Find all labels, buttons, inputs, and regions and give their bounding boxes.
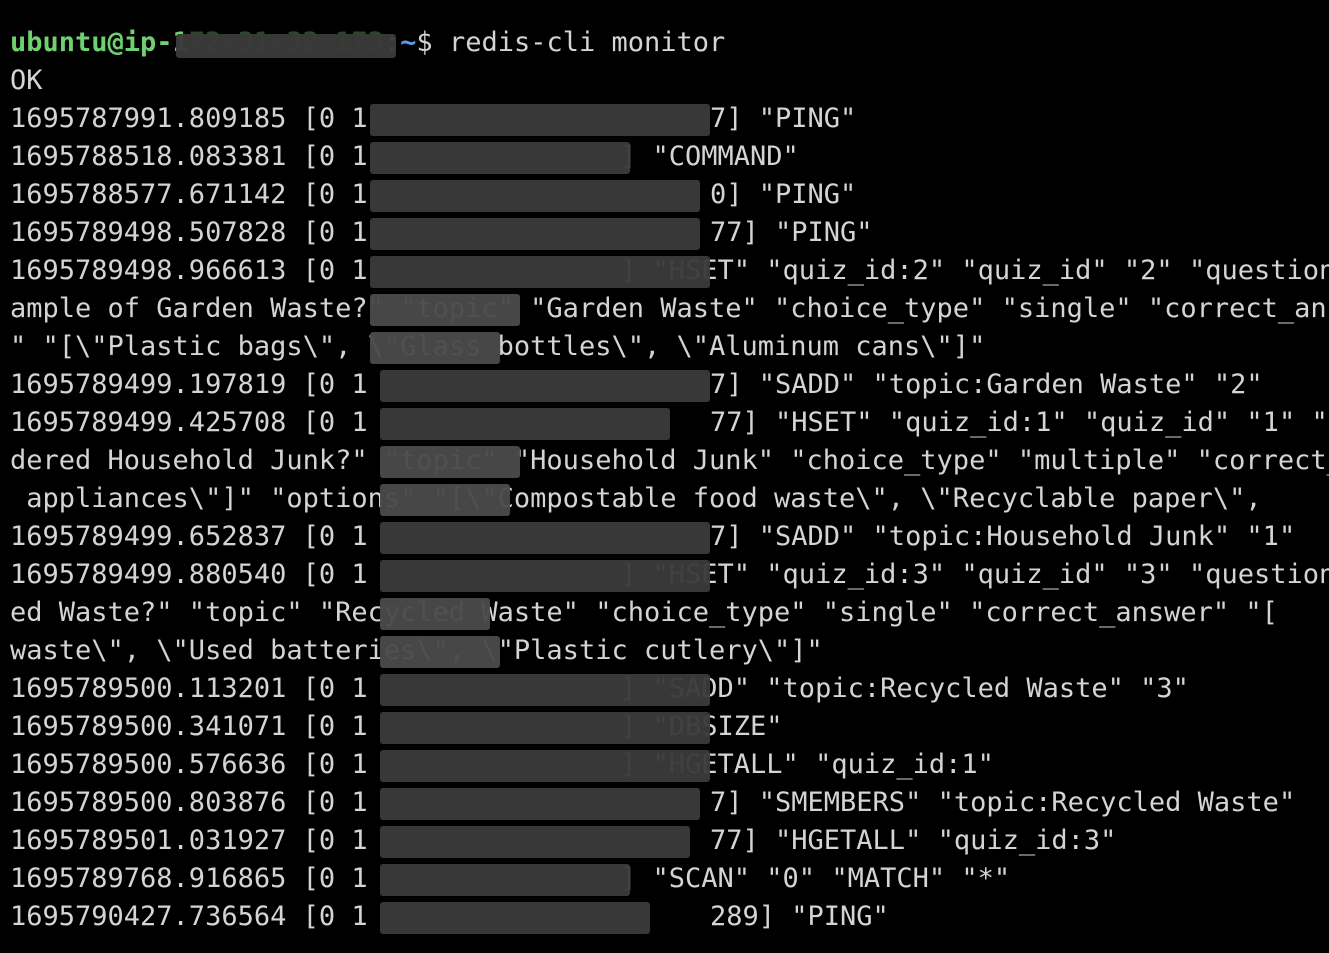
redaction-block bbox=[370, 294, 520, 326]
redaction-block bbox=[176, 34, 396, 58]
redaction-block bbox=[380, 560, 710, 592]
terminal-output-line: appliances\"]" "options" "[\"Compostable… bbox=[10, 480, 1329, 518]
output-line-text: 1695789500.113201 [0 1 bbox=[10, 673, 368, 704]
redaction-block bbox=[380, 446, 520, 478]
output-line-text: 1695789768.916865 [0 1 bbox=[10, 863, 368, 894]
output-line-text: 1695789499.197819 [0 1 bbox=[10, 369, 368, 400]
output-line-command: ] "HSET" "quiz_id:3" "quiz_id" "3" "ques… bbox=[620, 559, 1329, 590]
terminal-output-line: " "[\"Plastic bags\", \"Glass bottles\",… bbox=[10, 328, 1329, 366]
output-line-command: 289] "PING" bbox=[710, 901, 889, 932]
output-line-text: 1695789500.576636 [0 1 bbox=[10, 749, 368, 780]
redaction-block bbox=[380, 712, 710, 744]
output-line-text: 1695789498.507828 [0 1 bbox=[10, 217, 368, 248]
output-line-text: 1695789498.966613 [0 1 bbox=[10, 255, 368, 286]
redaction-block bbox=[380, 750, 710, 782]
cursor-line bbox=[10, 936, 1329, 953]
output-line-command: ] "HSET" "quiz_id:2" "quiz_id" "2" "ques… bbox=[620, 255, 1329, 286]
redaction-block bbox=[380, 826, 690, 858]
terminal-output-line: 1695790427.736564 [0 1 289] "PING" bbox=[10, 898, 1329, 936]
output-line-command: 7] "SMEMBERS" "topic:Recycled Waste" bbox=[710, 787, 1296, 818]
prompt-command: redis-cli monitor bbox=[448, 27, 726, 58]
output-line-text: dered Household Junk?" "topic" "Househol… bbox=[10, 445, 1329, 476]
redaction-block bbox=[370, 180, 700, 212]
output-line-command: 7] "SADD" "topic:Garden Waste" "2" bbox=[710, 369, 1263, 400]
redaction-block bbox=[380, 864, 630, 896]
redaction-block bbox=[370, 218, 700, 250]
redaction-block bbox=[380, 598, 490, 630]
output-line-text: ample of Garden Waste?" "topic" "Garden … bbox=[10, 293, 1329, 324]
redaction-block bbox=[380, 636, 500, 668]
output-line-text: 1695788577.671142 [0 1 bbox=[10, 179, 368, 210]
output-line-command: 77] "HSET" "quiz_id:1" "quiz_id" "1" "qu… bbox=[710, 407, 1329, 438]
redaction-block bbox=[380, 370, 710, 402]
redaction-block bbox=[380, 484, 510, 516]
redaction-block bbox=[380, 788, 700, 820]
output-line-command: 7] "SADD" "topic:Household Junk" "1" bbox=[710, 521, 1296, 552]
redaction-block bbox=[370, 104, 710, 136]
output-line-text: 1695789501.031927 [0 1 bbox=[10, 825, 368, 856]
output-line-text: 1695789499.880540 [0 1 bbox=[10, 559, 368, 590]
terminal-output-line: dered Household Junk?" "topic" "Househol… bbox=[10, 442, 1329, 480]
output-line-text: ed Waste?" "topic" "Recycled Waste" "cho… bbox=[10, 597, 1278, 628]
output-line-text: 1695788518.083381 [0 1 bbox=[10, 141, 368, 172]
redaction-block bbox=[380, 408, 670, 440]
output-line-text: 1695790427.736564 [0 1 bbox=[10, 901, 368, 932]
output-line-text: 1695789500.803876 [0 1 bbox=[10, 787, 368, 818]
prompt-user-host: ubuntu@ip-1 bbox=[10, 27, 189, 58]
terminal-output-line: 1695789768.916865 [0 1 ] "SCAN" "0" "MATC… bbox=[10, 860, 1329, 898]
output-line-text: 1695787991.809185 [0 1 bbox=[10, 103, 368, 134]
output-line-command: 77] "HGETALL" "quiz_id:3" bbox=[710, 825, 1117, 856]
output-line-text: OK bbox=[10, 65, 43, 96]
redaction-block bbox=[380, 522, 710, 554]
prompt-path: ~ bbox=[400, 27, 417, 58]
output-line-text: 1695789499.425708 [0 1 bbox=[10, 407, 368, 438]
terminal-output-line: ed Waste?" "topic" "Recycled Waste" "cho… bbox=[10, 594, 1329, 632]
output-line-command: 7] "PING" bbox=[710, 103, 857, 134]
terminal-output-line: OK bbox=[10, 62, 1329, 100]
terminal-output-line: ample of Garden Waste?" "topic" "Garden … bbox=[10, 290, 1329, 328]
output-line-command: ] "COMMAND" bbox=[620, 141, 799, 172]
output-line-text: appliances\"]" "options" "[\"Compostable… bbox=[10, 483, 1278, 514]
redaction-block bbox=[380, 902, 650, 934]
redaction-block bbox=[380, 674, 710, 706]
redaction-block bbox=[370, 256, 710, 288]
output-line-command: ] "SCAN" "0" "MATCH" "*" bbox=[620, 863, 1011, 894]
terminal-output-line: 1695788518.083381 [0 1 ] "COMMAND" bbox=[10, 138, 1329, 176]
redaction-block bbox=[370, 142, 630, 174]
output-line-command: 77] "PING" bbox=[710, 217, 873, 248]
prompt-dollar: $ bbox=[416, 27, 449, 58]
terminal-output-line: waste\", \"Used batteries\", \"Plastic c… bbox=[10, 632, 1329, 670]
redaction-block bbox=[370, 332, 500, 364]
output-line-text: 1695789500.341071 [0 1 bbox=[10, 711, 368, 742]
output-line-text: 1695789499.652837 [0 1 bbox=[10, 521, 368, 552]
output-line-command: 0] "PING" bbox=[710, 179, 857, 210]
